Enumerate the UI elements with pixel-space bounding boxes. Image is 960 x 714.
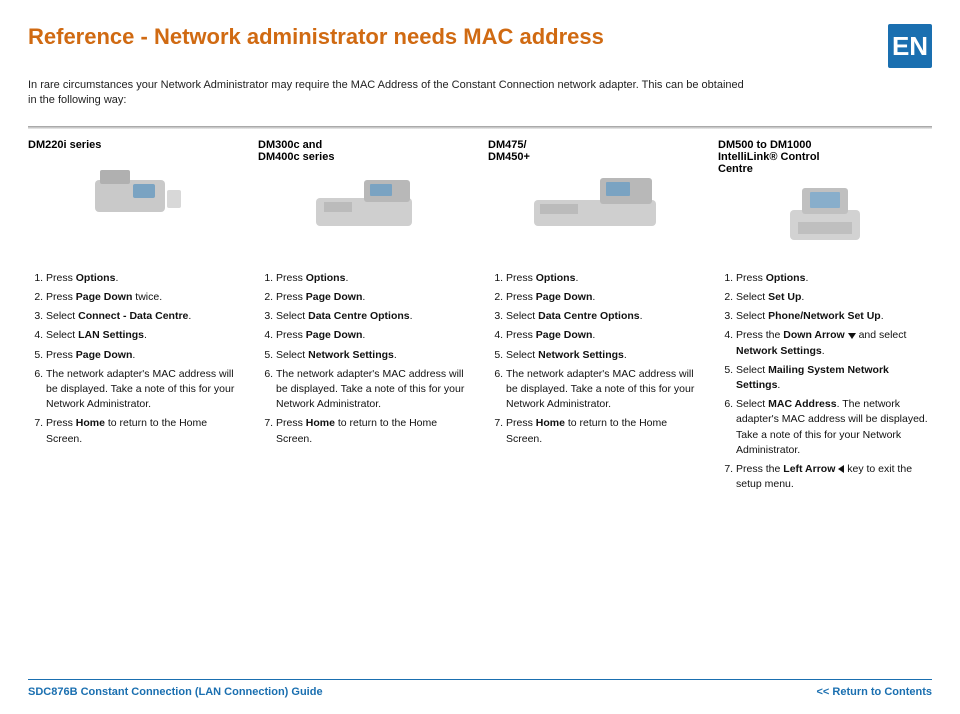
product-image-dm500 [718,181,932,247]
model-label: DM500 to DM1000 IntelliLink® Control Cen… [718,139,932,175]
model-column-2: DM300c and DM400c series [258,139,472,247]
step-item: Press Page Down. [506,290,702,305]
step-item: Press Page Down. [276,328,472,343]
page-footer: SDC876B Constant Connection (LAN Connect… [28,679,932,698]
steps-column-1: Press Options. Press Page Down twice. Sele… [28,271,242,497]
model-label: DM300c and DM400c series [258,139,472,163]
step-item: The network adapter's MAC address will b… [506,367,702,413]
step-item: Press Options. [46,271,242,286]
step-item: Select Connect - Data Centre. [46,309,242,324]
intro-paragraph: In rare circumstances your Network Admin… [28,78,748,108]
step-item: Press Options. [736,271,932,286]
step-item: Select Network Settings. [276,348,472,363]
step-item: Select Phone/Network Set Up. [736,309,932,324]
model-column-4: DM500 to DM1000 IntelliLink® Control Cen… [718,139,932,247]
product-image-dm475 [488,169,702,235]
steps-list: Press Options. Select Set Up. Select Phone… [718,271,932,493]
step-item: Select Network Settings. [506,348,702,363]
step-item: Press the Down Arrow and select Network … [736,328,932,358]
step-item: Select Data Centre Options. [506,309,702,324]
step-item: Press Home to return to the Home Screen. [276,416,472,446]
step-item: The network adapter's MAC address will b… [46,367,242,413]
model-column-1: DM220i series [28,139,242,247]
steps-row: Press Options. Press Page Down twice. Sele… [28,271,932,497]
left-arrow-icon [838,465,844,473]
meter-icon [310,172,420,232]
steps-list: Press Options. Press Page Down. Select Dat… [488,271,702,447]
steps-column-2: Press Options. Press Page Down. Select Dat… [258,271,472,497]
section-divider [28,126,932,129]
footer-divider [28,679,932,680]
meter-icon [85,160,185,220]
model-column-3: DM475/ DM450+ [488,139,702,247]
return-to-contents-link[interactable]: << Return to Contents [816,686,932,698]
step-item: Press Options. [506,271,702,286]
page-title: Reference - Network administrator needs … [28,24,604,50]
step-item: Press Page Down twice. [46,290,242,305]
model-label: DM475/ DM450+ [488,139,702,163]
steps-list: Press Options. Press Page Down. Select Dat… [258,271,472,447]
step-item: Press Page Down. [46,348,242,363]
step-item: Press Page Down. [276,290,472,305]
product-image-dm220i [28,157,242,223]
meter-icon [530,172,660,232]
step-item: Select Data Centre Options. [276,309,472,324]
step-item: Select Mailing System Network Settings. [736,363,932,393]
step-item: Select LAN Settings. [46,328,242,343]
language-badge: EN [888,24,932,68]
document-page: Reference - Network administrator needs … [0,0,960,714]
footer-row: SDC876B Constant Connection (LAN Connect… [28,686,932,698]
steps-list: Press Options. Press Page Down twice. Sele… [28,271,242,447]
steps-column-3: Press Options. Press Page Down. Select Dat… [488,271,702,497]
step-item: Press the Left Arrow key to exit the set… [736,462,932,492]
models-row: DM220i series DM300c and DM400c series [28,139,932,247]
product-image-dm300c [258,169,472,235]
steps-column-4: Press Options. Select Set Up. Select Phone… [718,271,932,497]
header-row: Reference - Network administrator needs … [28,24,932,68]
footer-doc-title: SDC876B Constant Connection (LAN Connect… [28,686,323,698]
step-item: Press Home to return to the Home Screen. [46,416,242,446]
meter-icon [780,182,870,246]
step-item: Press Home to return to the Home Screen. [506,416,702,446]
step-item: Select MAC Address. The network adapter'… [736,397,932,458]
step-item: Press Page Down. [506,328,702,343]
step-item: Select Set Up. [736,290,932,305]
step-item: Press Options. [276,271,472,286]
model-label: DM220i series [28,139,242,151]
down-arrow-icon [848,333,856,339]
step-item: The network adapter's MAC address will b… [276,367,472,413]
